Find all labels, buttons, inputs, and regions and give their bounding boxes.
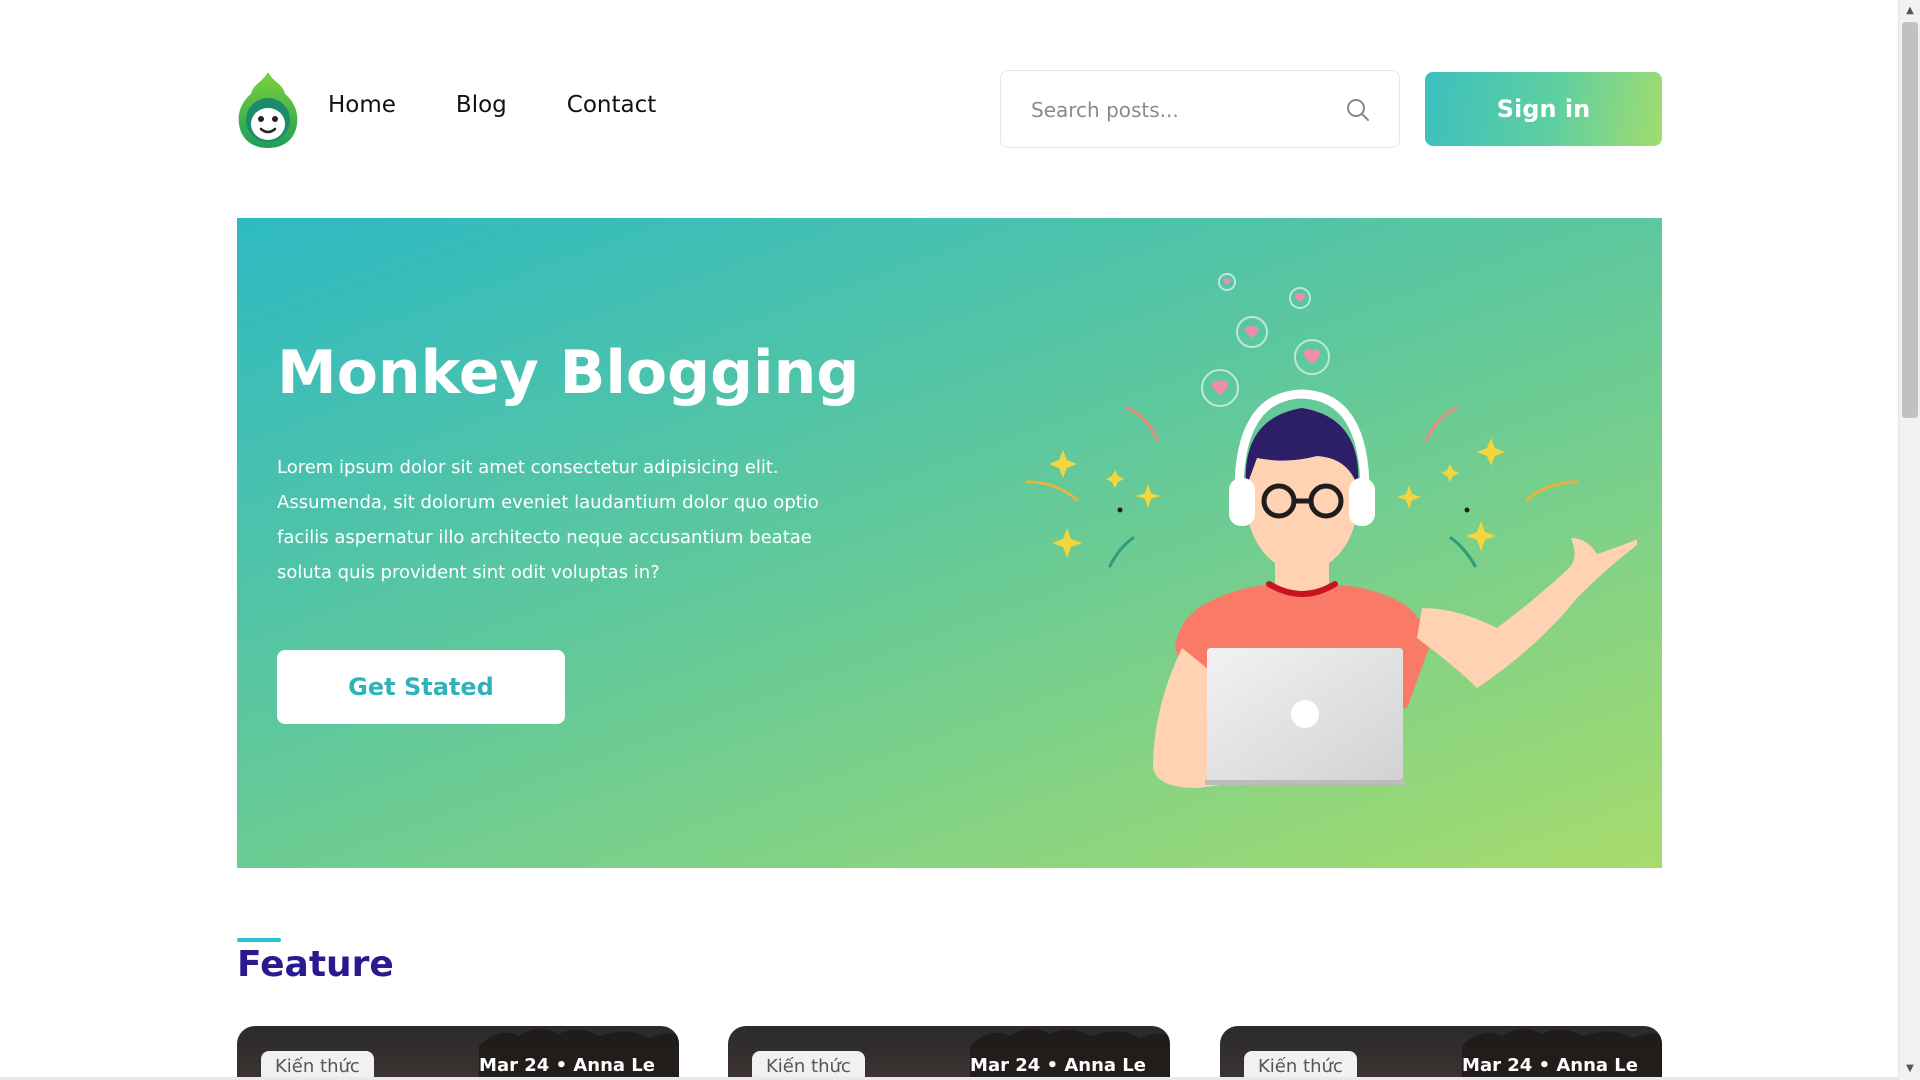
search-box [1000, 70, 1400, 148]
sign-in-button[interactable]: Sign in [1425, 72, 1662, 146]
vertical-scrollbar[interactable]: ▲ ▼ [1898, 0, 1920, 1080]
scroll-up-arrow-icon[interactable]: ▲ [1903, 4, 1917, 18]
card-category-badge[interactable]: Kiến thức [1244, 1051, 1357, 1080]
feature-card[interactable]: Kiến thức Mar 24 • Anna Le [237, 1026, 679, 1080]
feature-card[interactable]: Kiến thức Mar 24 • Anna Le [1220, 1026, 1662, 1080]
search-input[interactable] [1031, 93, 1331, 127]
main-nav: Home Blog Contact [328, 92, 656, 118]
nav-blog-link[interactable]: Blog [456, 92, 507, 118]
feature-accent-bar [237, 938, 281, 942]
card-meta: Mar 24 • Anna Le [1462, 1055, 1638, 1076]
feature-cards: Kiến thức Mar 24 • Anna Le Kiến thức Mar… [237, 1026, 1662, 1080]
scroll-down-arrow-icon[interactable]: ▼ [1903, 1062, 1917, 1076]
hero-banner: Monkey Blogging Lorem ipsum dolor sit am… [237, 218, 1662, 868]
get-started-button[interactable]: Get Stated [277, 650, 565, 724]
nav-contact-link[interactable]: Contact [567, 92, 656, 118]
card-category-badge[interactable]: Kiến thức [752, 1051, 865, 1080]
hero-description: Lorem ipsum dolor sit amet consectetur a… [277, 457, 819, 583]
blogger-illustration [957, 268, 1655, 828]
site-header: Home Blog Contact Sign in [237, 70, 1662, 148]
search-icon[interactable] [1345, 97, 1371, 123]
feature-card[interactable]: Kiến thức Mar 24 • Anna Le [728, 1026, 1170, 1080]
feature-heading: Feature [237, 944, 394, 985]
page: Home Blog Contact Sign in Monkey Bloggin… [0, 0, 1898, 1080]
card-meta: Mar 24 • Anna Le [970, 1055, 1146, 1076]
nav-home-link[interactable]: Home [328, 92, 396, 118]
hero-title: Monkey Blogging [277, 338, 860, 408]
monkey-logo-icon[interactable] [237, 70, 299, 148]
scrollbar-thumb[interactable] [1902, 22, 1918, 418]
card-category-badge[interactable]: Kiến thức [261, 1051, 374, 1080]
card-meta: Mar 24 • Anna Le [479, 1055, 655, 1076]
